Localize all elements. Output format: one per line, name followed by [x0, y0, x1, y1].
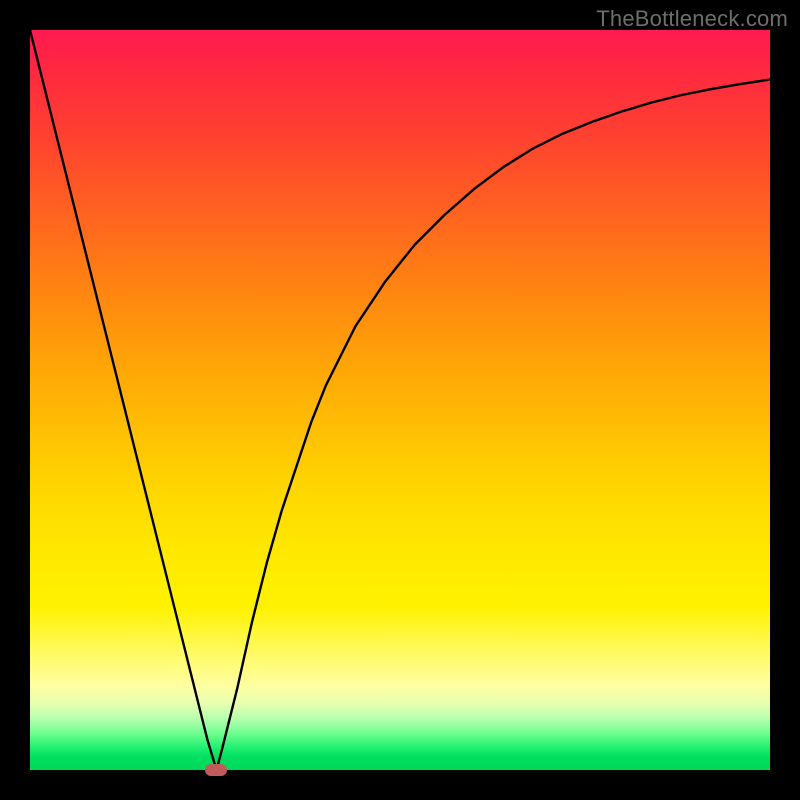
plot-area — [30, 30, 770, 770]
bottleneck-curve — [30, 30, 770, 770]
watermark-text: TheBottleneck.com — [596, 6, 788, 32]
optimal-point-marker — [205, 764, 227, 776]
chart-frame: TheBottleneck.com — [0, 0, 800, 800]
